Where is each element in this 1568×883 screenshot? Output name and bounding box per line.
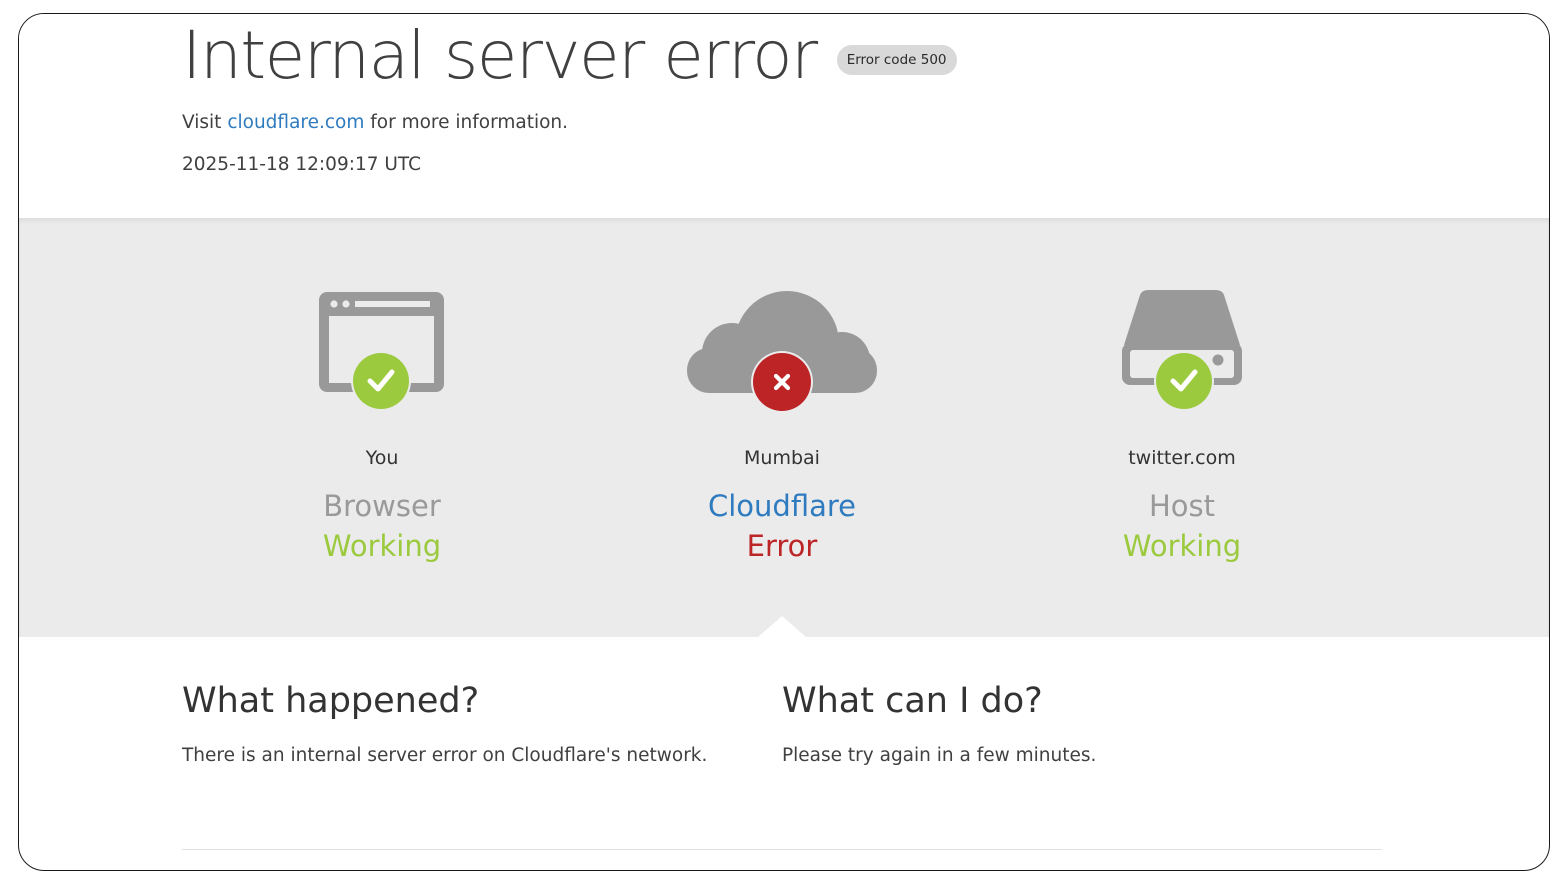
- browser-icon: [319, 292, 444, 411]
- status-location: twitter.com: [1128, 447, 1236, 469]
- error-timestamp: 2025-11-18 12:09:17 UTC: [182, 154, 422, 175]
- visit-suffix: for more information.: [370, 112, 569, 133]
- status-location: You: [365, 447, 399, 469]
- visit-prefix: Visit: [182, 112, 222, 133]
- status-band: You Browser Working Mumbai Cloudflare Er…: [19, 218, 1549, 637]
- status-location: Mumbai: [744, 447, 820, 469]
- active-pointer-notch: [758, 616, 806, 637]
- cloud-icon-group: [582, 288, 982, 418]
- what-can-i-do: What can I do? Please try again in a few…: [782, 679, 1342, 769]
- footer-divider: [182, 849, 1382, 850]
- server-icon: [1122, 290, 1242, 411]
- what-can-i-do-text: Please try again in a few minutes.: [782, 745, 1097, 766]
- status-host: twitter.com Host Working: [982, 218, 1382, 637]
- info-section: What happened? There is an internal serv…: [19, 637, 1549, 870]
- status-state: Working: [1122, 529, 1242, 563]
- page-header: Internal server error Error code 500 Vis…: [19, 14, 1549, 218]
- browser-icon-group: [182, 288, 582, 418]
- cloudflare-link[interactable]: cloudflare.com: [227, 112, 364, 133]
- browser-frame: Internal server error Error code 500 Vis…: [18, 13, 1550, 871]
- what-happened-text: There is an internal server error on Clo…: [182, 745, 708, 766]
- x-icon: [751, 351, 813, 413]
- status-role: Browser: [323, 489, 441, 523]
- status-cloudflare: Mumbai Cloudflare Error: [582, 218, 982, 637]
- what-happened-heading: What happened?: [182, 681, 480, 721]
- cloud-icon: [687, 291, 877, 413]
- title-row: Internal server error Error code 500: [182, 16, 957, 96]
- page-title: Internal server error: [182, 17, 818, 94]
- server-icon-group: [982, 288, 1382, 418]
- status-state: Working: [322, 529, 442, 563]
- status-role: Cloudflare: [707, 489, 856, 523]
- status-state: Error: [746, 529, 818, 563]
- what-happened: What happened? There is an internal serv…: [182, 679, 742, 769]
- status-browser: You Browser Working: [182, 218, 582, 637]
- status-role: Host: [1148, 489, 1216, 523]
- error-code-badge: Error code 500: [836, 45, 957, 75]
- what-can-i-do-heading: What can I do?: [782, 681, 1043, 721]
- checkmark-icon: [1154, 351, 1214, 411]
- visit-line: Visit cloudflare.com for more informatio…: [182, 111, 568, 135]
- checkmark-icon: [351, 351, 411, 411]
